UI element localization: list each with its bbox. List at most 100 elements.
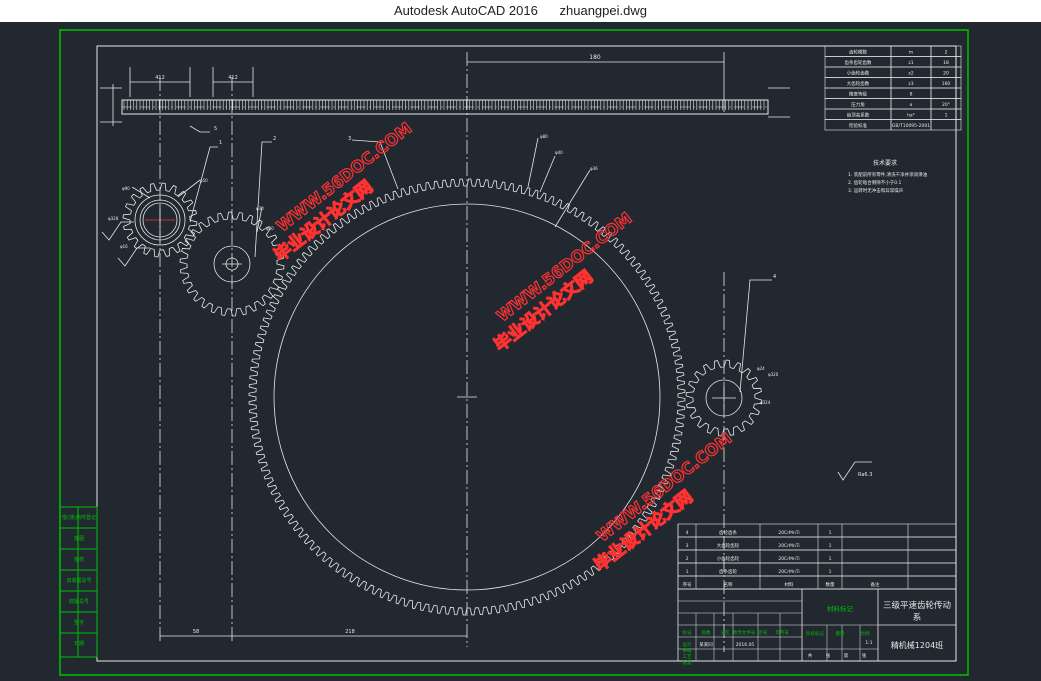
- gear-parameter-table: 齿轮模数 m 2 齿条齿轮齿数 z1 18 小齿轮齿数 z2 20 大齿轮齿数 z3 160 精度等级 8…: [824, 45, 962, 131]
- param-name-0: 齿轮模数: [849, 49, 867, 56]
- watermark-0: 毕业设计论文网WWW.56DOC.COM: [270, 118, 417, 267]
- dim-label-6: φ36: [590, 166, 598, 171]
- tb-stamp: 材料标记: [827, 604, 854, 613]
- parts-header-1: 名称: [724, 581, 733, 588]
- dim-bottom-left: 58: [193, 629, 199, 635]
- left-table-label-6: 日期: [74, 641, 84, 647]
- part-no-2: 2: [686, 556, 689, 562]
- top-dimension: [467, 52, 725, 112]
- dim-bottom-right: 218: [345, 629, 355, 635]
- dim-label-0: φ90: [122, 186, 130, 191]
- left-table-label-0: 借(通)用件登记: [62, 514, 96, 521]
- part-qty-0: 1: [829, 530, 832, 536]
- param-val-6: 1: [945, 113, 948, 119]
- leader-label-3: 3: [348, 136, 351, 142]
- dim-180: 180: [589, 54, 601, 61]
- tech-line-2: 2. 齿轮啮合侧隙不小于0.1: [848, 179, 902, 186]
- gears: [122, 178, 763, 616]
- left-table-label-1: 描图: [74, 535, 84, 542]
- dim-label-9: φ324: [760, 400, 771, 405]
- leader-label-1: 1: [219, 140, 222, 146]
- parts-header-2: 材料: [785, 581, 794, 588]
- part-mat-2: 20CrMnTi: [778, 556, 799, 562]
- part-no-0: 4: [686, 530, 689, 536]
- tb-date: 2016.05: [736, 642, 755, 648]
- param-val-2: 20: [943, 71, 949, 77]
- tb-school: 精机械1204班: [891, 640, 943, 650]
- leader-lines: [131, 125, 772, 393]
- tb-col-label-4: 签名: [759, 629, 768, 636]
- param-sym-2: z2: [908, 71, 913, 77]
- tb-col-label-5: 年月日: [775, 629, 789, 636]
- tb-sheet-2: 第: [844, 652, 849, 659]
- dim-label-3: φ20: [266, 226, 274, 231]
- tb-row-label-3: 批准: [683, 659, 692, 666]
- part-mat-3: 20CrMnTi: [778, 569, 799, 575]
- dim-rack-left: 412: [155, 75, 165, 81]
- dim-label-10: φ328: [108, 216, 119, 221]
- param-sym-3: z3: [908, 81, 913, 87]
- tech-line-1: 1. 装配前所有零件,清洗干净并涂润滑油: [848, 171, 928, 178]
- tb-sheet-3: 张: [862, 652, 867, 659]
- param-sym-5: α: [910, 103, 913, 108]
- left-table-labels: 借(通)用件登记描图描校旧底图总号底图总号签字日期: [62, 514, 96, 647]
- left-table-label-5: 签字: [74, 619, 84, 626]
- drawing-svg[interactable]: 借(通)用件登记描图描校旧底图总号底图总号签字日期 180 412 412 12…: [0, 22, 1041, 677]
- outer-border: [59, 29, 969, 676]
- tb-drawing-name-2: 系: [913, 612, 922, 623]
- part-qty-2: 1: [829, 556, 832, 562]
- param-name-2: 小齿轮齿数: [847, 70, 870, 77]
- param-name-7: 检验标准: [849, 122, 867, 129]
- dim-label-11: φ16: [120, 244, 128, 249]
- param-sym-6: ha*: [907, 113, 916, 119]
- parts-header-4: 备注: [871, 581, 880, 588]
- param-name-5: 压力角: [851, 101, 865, 108]
- dim-label-7: φ24: [757, 366, 765, 371]
- dim-label-5: φ40: [555, 150, 563, 155]
- rack-dims: [100, 67, 790, 126]
- app-name: Autodesk AutoCAD 2016: [394, 3, 538, 18]
- part-qty-1: 1: [829, 543, 832, 549]
- tb-row-label-0: 设计: [683, 641, 692, 648]
- param-name-1: 齿条齿轮齿数: [845, 59, 872, 66]
- param-sym-1: z1: [908, 60, 913, 66]
- window-title: Autodesk AutoCAD 2016 zhuangpei.dwg: [0, 0, 1041, 22]
- center-lines: [159, 52, 725, 652]
- tb-row-label-1: 审核: [683, 647, 692, 654]
- tb-sheet-1: 张: [826, 652, 831, 659]
- rack: [121, 99, 769, 115]
- tb-stage-label-0: 阶段标记: [806, 630, 824, 637]
- part-name-1: 大齿轮齿轮: [717, 542, 740, 549]
- leader-labels: 1 2 3 4 5 φ90 φ50 φ30 φ20 φ80 φ40 φ36 φ24φ320 φ324 φ32…: [108, 126, 779, 405]
- inner-border: [96, 45, 957, 662]
- parts-header-0: 序号: [683, 581, 692, 588]
- tb-col-label-0: 标记: [683, 629, 692, 636]
- tb-drawing-name-1: 三级平速齿轮传动: [883, 600, 952, 611]
- param-val-0: 2: [945, 50, 948, 56]
- part-qty-3: 1: [829, 569, 832, 575]
- watermarks: 毕业设计论文网WWW.56DOC.COM 毕业设计论文网WWW.56DOC.COM…: [270, 118, 737, 577]
- part-name-0: 齿轮齿条: [719, 529, 737, 536]
- tb-col-label-2: 分区: [721, 629, 730, 636]
- part-no-1: 3: [686, 543, 689, 549]
- leader-label-2: 2: [273, 136, 276, 142]
- tb-designer: 某某同: [699, 642, 713, 648]
- param-sym-7: GB/T10095-2001: [892, 123, 930, 129]
- tb-stage-label-1: 重量: [836, 630, 845, 637]
- drawing-canvas[interactable]: 借(通)用件登记 描图 描校 旧底图总号 底图总号 签字 日期 180 412 412: [0, 22, 1041, 677]
- param-sym-0: m: [909, 51, 913, 56]
- left-table-label-3: 旧底图总号: [66, 577, 91, 584]
- parts-header-3: 数量: [826, 581, 835, 588]
- left-table-label-4: 底图总号: [69, 598, 89, 605]
- tb-col-label-1: 处数: [702, 629, 711, 636]
- param-sym-4: 8: [910, 92, 913, 98]
- part-mat-0: 20CrMnTi: [778, 530, 799, 536]
- dim-label-1: φ50: [200, 178, 208, 183]
- title-block: 4 齿轮齿条 20CrMnTi 1 3 大齿轮齿轮 20CrMnTi 1 2 小齿轮齿轮 20CrM…: [677, 523, 957, 666]
- leader-label-4: 4: [773, 274, 776, 280]
- dim-label-8: φ320: [768, 372, 779, 377]
- dim-label-4: φ80: [540, 134, 548, 139]
- dim-rack-right: 412: [228, 75, 238, 81]
- leader-label-5: 5: [214, 126, 217, 132]
- param-val-1: 18: [943, 60, 949, 66]
